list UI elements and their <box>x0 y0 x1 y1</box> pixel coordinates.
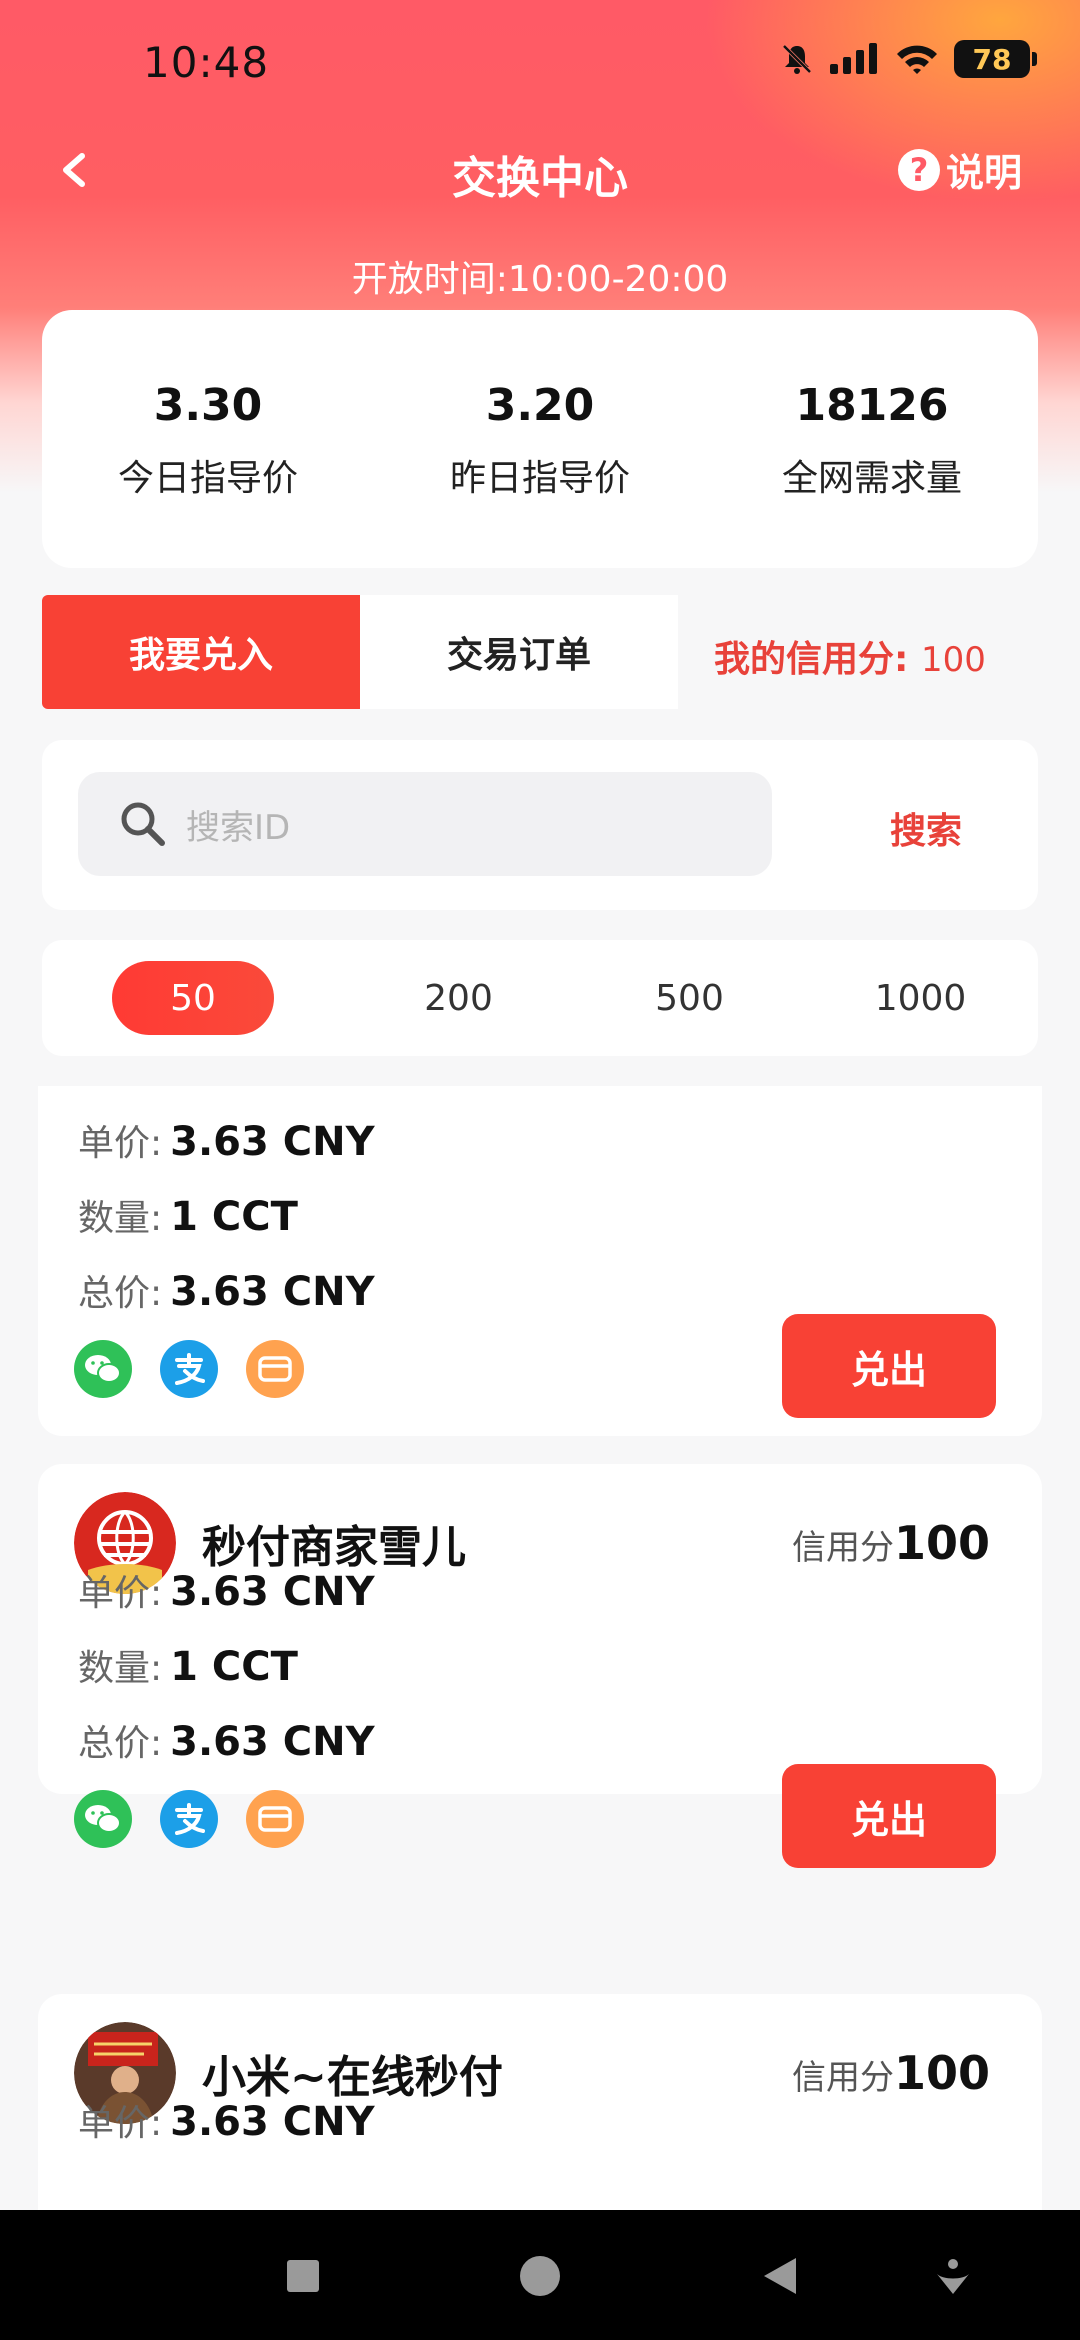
total-value: 3.63 CNY <box>170 1269 375 1315</box>
quantity-label: 数量: <box>78 1648 163 1689</box>
offer-card: 小米~在线秒付 信用分 100 单价: 3.63 CNY <box>38 1994 1042 2210</box>
total-value: 3.63 CNY <box>170 1719 375 1765</box>
amount-option-500[interactable]: 500 <box>574 961 805 1035</box>
bank-card-icon <box>246 1340 304 1398</box>
price-value: 3.63 CNY <box>170 1569 375 1615</box>
total-row: 总价: 3.63 CNY <box>78 1264 375 1316</box>
payment-methods <box>74 1790 304 1848</box>
price-value: 3.63 CNY <box>170 2099 375 2145</box>
quantity-value: 1 CCT <box>170 1194 298 1240</box>
bank-card-icon <box>246 1790 304 1848</box>
search-button[interactable]: 搜索 <box>890 802 962 854</box>
price-label: 单价: <box>78 1573 163 1614</box>
stat-label: 全网需求量 <box>781 458 962 499</box>
credit-label: 信用分 <box>791 2058 894 2098</box>
status-bar: 10:48 78 <box>0 0 1080 130</box>
alipay-icon <box>160 1340 218 1398</box>
assistant-button[interactable] <box>925 2248 981 2304</box>
tab-buy-in[interactable]: 我要兑入 <box>42 595 360 709</box>
assistant-icon <box>937 2259 969 2294</box>
question-icon: ? <box>897 148 940 191</box>
price-row: 单价: 3.63 CNY <box>78 1564 375 1616</box>
quantity-row: 数量: 1 CCT <box>78 1189 298 1241</box>
total-label: 总价: <box>78 1273 163 1314</box>
quantity-row: 数量: 1 CCT <box>78 1639 298 1691</box>
seller-credit: 信用分 100 <box>792 1516 990 1570</box>
signal-icon <box>830 43 877 74</box>
system-nav-bar <box>0 2210 1080 2340</box>
offer-card: 秒付商家雪儿 信用分 100 单价: 3.63 CNY 数量: 1 CCT 总价… <box>38 1464 1042 1868</box>
sell-button[interactable]: 兑出 <box>782 1764 996 1868</box>
quantity-value: 1 CCT <box>170 1644 298 1690</box>
stat-network-demand: 18126 全网需求量 <box>706 310 1038 568</box>
home-button[interactable] <box>512 2248 568 2304</box>
total-row: 总价: 3.63 CNY <box>78 1714 375 1766</box>
amount-option-50[interactable]: 50 <box>112 961 274 1035</box>
search-card: 搜索ID 搜索 <box>42 740 1038 910</box>
credit-value: 100 <box>893 1516 990 1570</box>
mute-icon <box>782 44 812 74</box>
wifi-icon <box>897 45 937 74</box>
help-button[interactable]: ? 说明 <box>897 142 1022 197</box>
status-icons: 78 <box>780 40 1037 78</box>
credit-value: 100 <box>920 640 986 680</box>
stat-value: 18126 <box>795 380 949 431</box>
credit-label: 我的信用分: <box>714 639 909 680</box>
price-row: 单价: 3.63 CNY <box>78 1114 375 1166</box>
tab-orders[interactable]: 交易订单 <box>360 595 678 709</box>
help-label: 说明 <box>945 151 1022 195</box>
stat-value: 3.30 <box>153 380 263 431</box>
price-label: 单价: <box>78 1123 163 1164</box>
amount-option-1000[interactable]: 1000 <box>805 961 1036 1035</box>
search-input[interactable]: 搜索ID <box>78 772 772 876</box>
my-credit-score: 我的信用分: 100 <box>714 630 986 682</box>
circle-icon <box>520 2256 560 2296</box>
stat-today-price: 3.30 今日指导价 <box>42 310 374 568</box>
status-time: 10:48 <box>143 38 270 87</box>
recents-button[interactable] <box>275 2248 331 2304</box>
seller-credit: 信用分 100 <box>792 2046 990 2100</box>
tab-bar: 我要兑入 交易订单 <box>42 595 678 709</box>
sell-button[interactable]: 兑出 <box>782 1314 996 1418</box>
square-icon <box>287 2260 319 2292</box>
wechat-pay-icon <box>74 1790 132 1848</box>
offer-list[interactable]: 单价: 3.63 CNY 数量: 1 CCT 总价: 3.63 CNY 兑出 秒… <box>0 1086 1080 2210</box>
triangle-back-icon <box>764 2258 796 2294</box>
search-placeholder: 搜索ID <box>186 807 291 848</box>
price-stats-card: 3.30 今日指导价 3.20 昨日指导价 18126 全网需求量 <box>42 310 1038 568</box>
battery-indicator: 78 <box>954 40 1037 78</box>
stat-value: 3.20 <box>485 380 595 431</box>
stat-yesterday-price: 3.20 昨日指导价 <box>374 310 706 568</box>
back-nav-button[interactable] <box>752 2248 808 2304</box>
price-label: 单价: <box>78 2103 163 2144</box>
open-hours: 开放时间:10:00-20:00 <box>351 259 729 300</box>
quantity-label: 数量: <box>78 1198 163 1239</box>
amount-option-200[interactable]: 200 <box>343 961 574 1035</box>
stat-label: 今日指导价 <box>117 458 298 499</box>
stat-label: 昨日指导价 <box>449 458 630 499</box>
offer-card: 单价: 3.63 CNY 数量: 1 CCT 总价: 3.63 CNY 兑出 <box>38 1086 1042 1436</box>
total-label: 总价: <box>78 1723 163 1764</box>
amount-filter: 50 200 500 1000 <box>42 940 1038 1056</box>
price-row: 单价: 3.63 CNY <box>78 2094 375 2146</box>
wechat-pay-icon <box>74 1340 132 1398</box>
alipay-icon <box>160 1790 218 1848</box>
credit-label: 信用分 <box>791 1528 894 1568</box>
price-value: 3.63 CNY <box>170 1119 375 1165</box>
credit-value: 100 <box>893 2046 990 2100</box>
payment-methods <box>74 1340 304 1398</box>
search-icon <box>121 802 165 846</box>
